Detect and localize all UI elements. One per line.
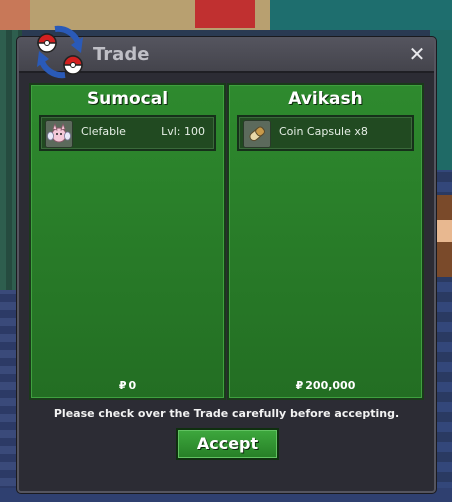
money-amount: 0 [128,379,137,392]
currency-symbol: ₽ [295,379,304,392]
currency-symbol: ₽ [118,379,127,392]
offered-pokemon-slot[interactable]: Clefable Lvl: 100 [39,115,216,151]
trade-icon [37,25,83,79]
trade-window: Trade ✕ Sumocal Clefable Lvl: 100 ₽ 0 Av… [17,25,436,493]
item-name: Coin Capsule x8 [279,125,368,138]
coin-capsule-icon [243,120,271,148]
background-sprite [0,0,30,30]
background-roof [195,0,255,28]
money-amount: 200,000 [305,379,356,392]
money-offer: ₽0 [31,379,224,392]
window-title: Trade [93,44,150,65]
partner-name: Avikash [288,89,363,109]
background-water [270,0,452,30]
trade-notice: Please check over the Trade carefully be… [53,407,400,420]
pokemon-name: Clefable [81,125,126,138]
accept-button[interactable]: Accept [176,428,279,460]
player-name: Sumocal [86,89,169,109]
npc-face [436,220,452,242]
clefable-icon [45,120,73,148]
offered-item-slot[interactable]: Coin Capsule x8 [237,115,414,151]
partner-offer-panel: Avikash Coin Capsule x8 ₽200,000 [227,83,424,400]
close-button[interactable]: ✕ [406,43,428,65]
my-offer-panel: Sumocal Clefable Lvl: 100 ₽0 [29,83,226,400]
pokemon-level: Lvl: 100 [161,125,205,138]
money-offer: ₽200,000 [229,379,422,392]
